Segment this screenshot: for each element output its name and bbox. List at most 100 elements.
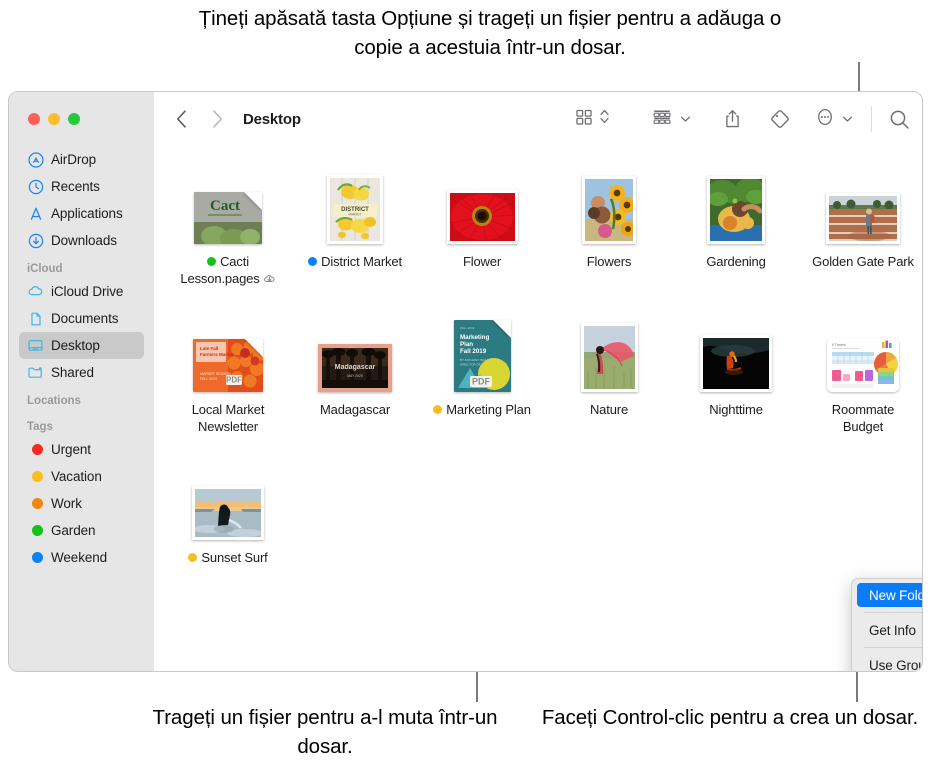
group-button[interactable] [652, 108, 691, 131]
svg-text:MARKET: MARKET [348, 213, 361, 217]
file-label: Local Market Newsletter [164, 401, 292, 435]
page-title: Desktop [243, 110, 301, 128]
file-thumbnail [545, 166, 673, 244]
sidebar-item-tag-urgent[interactable]: Urgent [19, 436, 144, 463]
desktop-icon [27, 337, 44, 354]
context-menu: New Folder Get Info Use Groups Sort By [851, 578, 922, 672]
file-item[interactable]: 6 Travels Roommate Budget [799, 314, 922, 435]
file-name: Nature [589, 402, 629, 417]
file-item[interactable]: Sunset Surf [164, 462, 292, 566]
tag-color-dot [27, 441, 44, 458]
airdrop-icon [27, 151, 44, 168]
sidebar-item-label: Urgent [51, 442, 91, 457]
sidebar-item-tag-weekend[interactable]: Weekend [19, 544, 144, 571]
clock-icon [27, 178, 44, 195]
svg-text:PDF: PDF [226, 376, 242, 385]
sidebar-item-desktop[interactable]: Desktop [19, 332, 144, 359]
file-item[interactable]: Gardening [672, 166, 800, 270]
sidebar-header-tags: Tags [27, 421, 53, 433]
file-label: Marketing Plan [418, 401, 546, 418]
file-name: Flowers [586, 254, 632, 269]
cloud-icon [27, 283, 44, 300]
file-item[interactable]: Golden Gate Park [799, 166, 922, 270]
file-name-line2: Lesson.pages [180, 271, 260, 286]
sidebar-item-tag-vacation[interactable]: Vacation [19, 463, 144, 490]
file-item[interactable]: Late Fall Farmers Market MARKET SEASON F… [164, 314, 292, 435]
file-thumbnail: Late Fall Farmers Market MARKET SEASON F… [164, 314, 292, 392]
annotation-bottom-right: Faceți Control-clic pentru a crea un dos… [541, 706, 919, 729]
tag-dot [433, 405, 443, 414]
toolbar-actions [575, 106, 922, 132]
annotation-top: Țineți apăsată tasta Opțiune și trageți … [198, 7, 782, 59]
view-switcher[interactable] [575, 107, 610, 131]
group-icon [652, 108, 672, 131]
file-item[interactable]: Flower [418, 166, 546, 270]
file-label: Cacti Lesson.pages [164, 253, 292, 287]
context-menu-label: Use Groups [869, 657, 922, 672]
file-item[interactable]: Cact Cacti Lesson.pages [164, 166, 292, 287]
sidebar-item-documents[interactable]: Documents [19, 305, 144, 332]
chevron-updown-icon [599, 107, 610, 131]
sidebar: AirDrop Recents Applications Downloads i… [9, 92, 154, 671]
svg-text:Plan: Plan [460, 341, 473, 348]
sidebar-item-label: Weekend [51, 550, 108, 565]
applications-icon [27, 205, 44, 222]
file-label: Nighttime [672, 401, 800, 418]
context-menu-item-use-groups[interactable]: Use Groups [857, 653, 922, 672]
sidebar-item-label: Applications [51, 206, 123, 221]
file-item[interactable]: Nature [545, 314, 673, 418]
context-menu-item-new-folder[interactable]: New Folder [857, 583, 922, 607]
sidebar-item-applications[interactable]: Applications [19, 200, 144, 227]
file-name: Sunset Surf [201, 550, 268, 565]
sidebar-item-downloads[interactable]: Downloads [19, 227, 144, 254]
svg-text:Farmers Market: Farmers Market [200, 352, 234, 357]
zoom-button[interactable] [68, 113, 80, 125]
sidebar-item-shared[interactable]: Shared [19, 359, 144, 386]
file-label: Gardening [672, 253, 800, 270]
file-name: District Market [321, 254, 402, 269]
context-menu-separator [864, 647, 922, 648]
file-label: Roommate Budget [799, 401, 922, 435]
more-button[interactable] [815, 107, 853, 132]
sidebar-item-icloud-drive[interactable]: iCloud Drive [19, 278, 144, 305]
svg-text:Madagascar: Madagascar [335, 364, 376, 371]
sidebar-item-label: Desktop [51, 338, 100, 353]
back-button[interactable] [168, 106, 194, 132]
svg-text:PDF: PDF [472, 377, 491, 387]
close-button[interactable] [28, 113, 40, 125]
sidebar-item-recents[interactable]: Recents [19, 173, 144, 200]
tags-button[interactable] [767, 106, 793, 132]
file-item[interactable]: Flowers [545, 166, 673, 270]
file-item[interactable]: FALL 2019 Marketing Plan Fall 2019 BY AN… [418, 314, 546, 418]
file-name: Madagascar [319, 402, 391, 417]
file-label: Flower [418, 253, 546, 270]
sidebar-item-tag-garden[interactable]: Garden [19, 517, 144, 544]
forward-button[interactable] [204, 106, 230, 132]
sidebar-item-label: iCloud Drive [51, 284, 124, 299]
tag-dot [207, 257, 217, 266]
context-menu-item-get-info[interactable]: Get Info [857, 618, 922, 642]
file-item[interactable]: DISTRICT MARKET District Market [291, 166, 419, 270]
context-menu-label: New Folder [869, 587, 922, 603]
svg-text:Late Fall: Late Fall [200, 346, 218, 351]
sidebar-item-label: Recents [51, 179, 100, 194]
file-thumbnail: Cact [164, 166, 292, 244]
sidebar-header-icloud: iCloud [27, 263, 63, 275]
file-thumbnail: FALL 2019 Marketing Plan Fall 2019 BY AN… [418, 314, 546, 392]
file-item[interactable]: Madagascar MAY 2020 Madagascar [291, 314, 419, 418]
minimize-button[interactable] [48, 113, 60, 125]
share-button[interactable] [719, 106, 745, 132]
file-label: Sunset Surf [164, 549, 292, 566]
sidebar-item-airdrop[interactable]: AirDrop [19, 146, 144, 173]
file-item[interactable]: Nighttime [672, 314, 800, 418]
file-label: District Market [291, 253, 419, 270]
svg-text:FALL 2019: FALL 2019 [460, 326, 475, 330]
svg-text:Fall 2019: Fall 2019 [460, 348, 487, 355]
icon-view-icon [575, 108, 593, 131]
file-label: Madagascar [291, 401, 419, 418]
search-button[interactable] [886, 106, 912, 132]
sidebar-item-tag-work[interactable]: Work [19, 490, 144, 517]
svg-text:Marketing: Marketing [460, 334, 489, 341]
sidebar-item-label: Documents [51, 311, 119, 326]
file-label: Nature [545, 401, 673, 418]
